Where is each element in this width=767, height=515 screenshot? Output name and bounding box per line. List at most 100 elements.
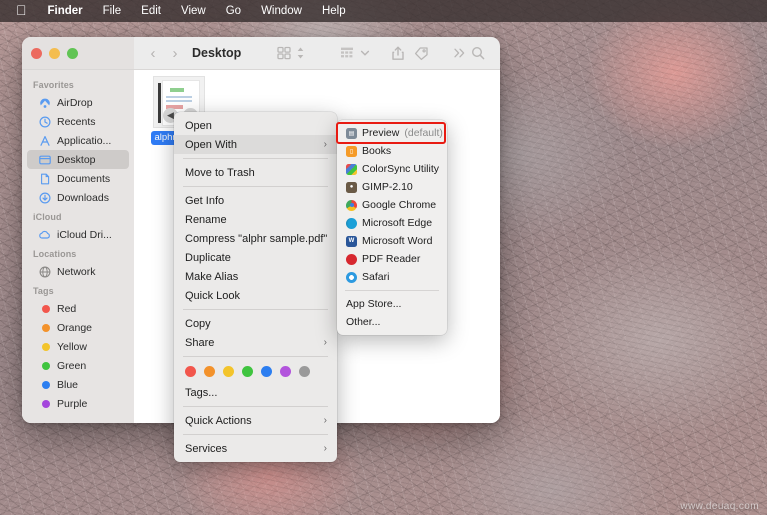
- sidebar-item-network[interactable]: Network: [27, 262, 129, 281]
- sidebar-item-documents[interactable]: Documents: [27, 169, 129, 188]
- sidebar-label: Applicatio...: [57, 134, 112, 147]
- annotation-highlight-box: [336, 122, 446, 144]
- maximize-button[interactable]: [67, 47, 78, 59]
- finder-sidebar: Favorites AirDrop Recents Applicatio...: [22, 70, 134, 423]
- submenu-item-label: ColorSync Utility: [362, 163, 440, 175]
- submenu-separator: [345, 290, 439, 291]
- menu-item-copy[interactable]: Copy: [174, 314, 337, 333]
- grid-view-icon[interactable]: [275, 46, 293, 60]
- apple-logo-icon[interactable]: : [10, 3, 38, 19]
- menu-item-open[interactable]: Open: [174, 116, 337, 135]
- sidebar-label: Yellow: [57, 340, 87, 353]
- menu-item-compress[interactable]: Compress "alphr sample.pdf": [174, 229, 337, 248]
- submenu-item-gimp[interactable]: ● GIMP-2.10: [337, 178, 447, 196]
- tag-dot-icon: [38, 302, 51, 315]
- menu-item-get-info[interactable]: Get Info: [174, 191, 337, 210]
- menu-separator: [183, 356, 328, 357]
- clock-icon: [38, 115, 51, 128]
- sidebar-item-desktop[interactable]: Desktop: [27, 150, 129, 169]
- sidebar-item-tag-blue[interactable]: Blue: [27, 375, 129, 394]
- chevron-right-icon: ›: [323, 443, 327, 454]
- sidebar-label: AirDrop: [57, 96, 93, 109]
- sidebar-item-icloud-drive[interactable]: iCloud Dri...: [27, 225, 129, 244]
- tag-color-row: [174, 361, 337, 383]
- tag-color-green[interactable]: [242, 366, 253, 377]
- sidebar-item-tag-red[interactable]: Red: [27, 299, 129, 318]
- menu-item-quick-look[interactable]: Quick Look: [174, 286, 337, 305]
- menubar-item-file[interactable]: File: [93, 0, 132, 22]
- submenu-item-label: App Store...: [346, 298, 402, 310]
- submenu-item-google-chrome[interactable]: Google Chrome: [337, 196, 447, 214]
- sort-chevron-icon[interactable]: [293, 46, 307, 60]
- menu-item-share[interactable]: Share ›: [174, 333, 337, 352]
- minimize-button[interactable]: [49, 47, 60, 59]
- tag-color-yellow[interactable]: [223, 366, 234, 377]
- menu-item-label: Services: [185, 442, 228, 455]
- sidebar-header-favorites: Favorites: [33, 80, 74, 90]
- menu-bar:  Finder File Edit View Go Window Help: [0, 0, 767, 22]
- menu-item-quick-actions[interactable]: Quick Actions ›: [174, 411, 337, 430]
- tag-color-orange[interactable]: [204, 366, 215, 377]
- group-by-icon[interactable]: [337, 46, 357, 60]
- edge-app-icon: [346, 217, 357, 229]
- menu-item-rename[interactable]: Rename: [174, 210, 337, 229]
- safari-app-icon: ◎: [346, 271, 357, 283]
- sidebar-item-tag-green[interactable]: Green: [27, 356, 129, 375]
- sidebar-item-recents[interactable]: Recents: [27, 112, 129, 131]
- close-button[interactable]: [31, 47, 42, 59]
- tag-color-gray[interactable]: [299, 366, 310, 377]
- submenu-item-label: GIMP-2.10: [362, 181, 413, 193]
- menubar-item-finder[interactable]: Finder: [38, 0, 93, 22]
- sidebar-label: Orange: [57, 321, 93, 334]
- sidebar-item-applications[interactable]: Applicatio...: [27, 131, 129, 150]
- tag-dot-icon: [38, 397, 51, 410]
- menubar-item-help[interactable]: Help: [312, 0, 356, 22]
- tag-color-purple[interactable]: [280, 366, 291, 377]
- menu-item-services[interactable]: Services ›: [174, 439, 337, 458]
- sidebar-label: Red: [57, 302, 77, 315]
- menu-separator: [183, 186, 328, 187]
- sidebar-item-downloads[interactable]: Downloads: [27, 188, 129, 207]
- submenu-item-label: PDF Reader: [362, 253, 421, 265]
- submenu-item-safari[interactable]: ◎ Safari: [337, 268, 447, 286]
- menu-item-make-alias[interactable]: Make Alias: [174, 267, 337, 286]
- sidebar-item-tag-purple[interactable]: Purple: [27, 394, 129, 413]
- submenu-item-microsoft-word[interactable]: W Microsoft Word: [337, 232, 447, 250]
- back-button[interactable]: ‹: [142, 45, 164, 62]
- submenu-item-pdf-reader[interactable]: PDF Reader: [337, 250, 447, 268]
- sidebar-item-airdrop[interactable]: AirDrop: [27, 93, 129, 112]
- submenu-item-colorsync-utility[interactable]: ColorSync Utility: [337, 160, 447, 178]
- menu-item-move-to-trash[interactable]: Move to Trash: [174, 163, 337, 182]
- menu-item-duplicate[interactable]: Duplicate: [174, 248, 337, 267]
- sidebar-label: Green: [57, 359, 87, 372]
- forward-button[interactable]: ›: [164, 45, 186, 62]
- tag-color-red[interactable]: [185, 366, 196, 377]
- airdrop-icon: [38, 96, 51, 109]
- menubar-item-go[interactable]: Go: [216, 0, 251, 22]
- tag-color-blue[interactable]: [261, 366, 272, 377]
- share-icon[interactable]: [387, 46, 409, 61]
- tag-dot-icon: [38, 359, 51, 372]
- sidebar-item-tag-yellow[interactable]: Yellow: [27, 337, 129, 356]
- menubar-item-view[interactable]: View: [171, 0, 216, 22]
- submenu-item-books[interactable]: ▯ Books: [337, 142, 447, 160]
- menu-item-tags[interactable]: Tags...: [174, 383, 337, 402]
- submenu-item-other[interactable]: Other...: [337, 313, 447, 331]
- menu-separator: [183, 309, 328, 310]
- sidebar-header-icloud: iCloud: [33, 212, 62, 222]
- submenu-item-label: Books: [362, 145, 392, 157]
- submenu-item-microsoft-edge[interactable]: Microsoft Edge: [337, 214, 447, 232]
- menubar-item-window[interactable]: Window: [251, 0, 312, 22]
- chevron-down-icon[interactable]: [357, 48, 373, 58]
- tag-icon[interactable]: [409, 46, 433, 61]
- more-icon[interactable]: [449, 47, 469, 59]
- menu-item-open-with[interactable]: Open With ›: [174, 135, 337, 154]
- submenu-item-label: Safari: [362, 271, 390, 283]
- globe-icon: [38, 265, 51, 278]
- submenu-item-label: Other...: [346, 316, 381, 328]
- desktop-icon: [38, 153, 51, 166]
- menubar-item-edit[interactable]: Edit: [131, 0, 171, 22]
- submenu-item-app-store[interactable]: App Store...: [337, 295, 447, 313]
- search-icon[interactable]: [469, 46, 487, 60]
- sidebar-item-tag-orange[interactable]: Orange: [27, 318, 129, 337]
